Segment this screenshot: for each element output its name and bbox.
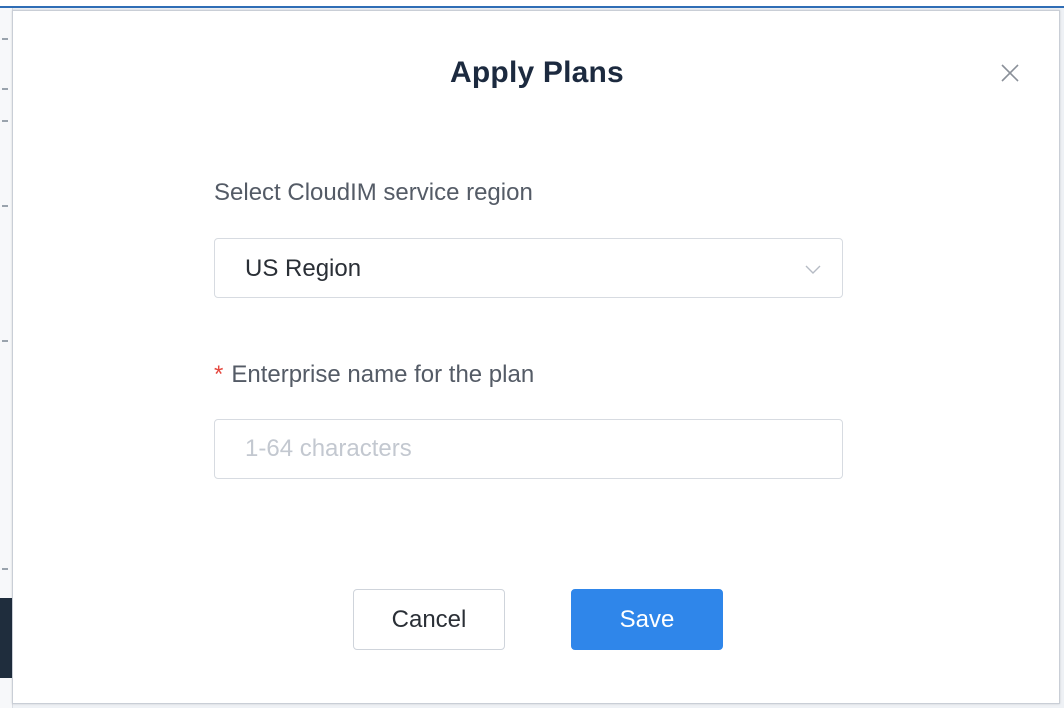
required-marker: *	[214, 361, 224, 388]
background-top-border	[0, 0, 1064, 8]
background-text-fragment	[2, 88, 8, 90]
region-select[interactable]: US Region	[214, 238, 843, 298]
close-icon	[1001, 64, 1019, 82]
dialog-title: Apply Plans	[450, 56, 624, 89]
background-text-fragment	[2, 340, 8, 342]
apply-plans-dialog: Apply Plans Select CloudIM service regio…	[12, 10, 1060, 704]
background-text-fragment	[2, 120, 8, 122]
background-dark-panel	[0, 598, 12, 678]
save-button[interactable]: Save	[571, 589, 723, 650]
background-text-fragment	[2, 38, 8, 40]
cancel-button[interactable]: Cancel	[353, 589, 505, 650]
region-label: Select CloudIM service region	[214, 179, 533, 206]
background-text-fragment	[2, 205, 8, 207]
enterprise-name-input[interactable]	[214, 419, 843, 479]
enterprise-name-label: * Enterprise name for the plan	[214, 361, 534, 389]
close-button[interactable]	[998, 61, 1022, 85]
background-text-fragment	[2, 568, 8, 570]
chevron-down-icon	[804, 260, 822, 278]
region-selected-value: US Region	[245, 255, 362, 282]
enterprise-name-label-text: Enterprise name for the plan	[231, 361, 535, 388]
